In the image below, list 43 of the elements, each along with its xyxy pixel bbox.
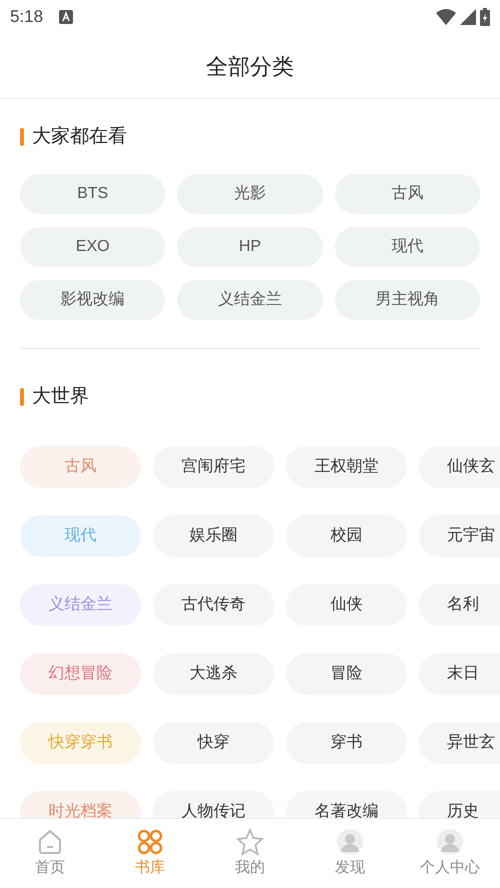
tag-chip[interactable]: 仙侠玄	[419, 446, 500, 488]
tag-chip[interactable]: 名利	[419, 584, 500, 626]
section-marker	[20, 388, 24, 406]
nav-tab[interactable]: 个人中心	[400, 819, 500, 888]
tag-chip[interactable]: 现代	[334, 226, 480, 266]
page-title: 全部分类	[206, 52, 294, 80]
tag-chip[interactable]: 异世玄	[419, 722, 500, 764]
tag-chip[interactable]: 元宇宙	[419, 515, 500, 557]
tag-chip[interactable]: 王权朝堂	[286, 446, 407, 488]
tag-chip[interactable]: 末日	[419, 653, 500, 695]
tag-chip[interactable]: 校园	[286, 515, 407, 557]
tag-chip[interactable]: 大逃杀	[153, 653, 274, 695]
tag-chip[interactable]: BTS	[20, 174, 166, 214]
tag-chip[interactable]: HP	[177, 226, 323, 266]
tag-chip[interactable]: 光影	[177, 174, 323, 214]
tag-chip[interactable]: 古风	[334, 174, 480, 214]
tag-chip[interactable]: 娱乐圈	[153, 515, 274, 557]
status-time: 5:18	[10, 6, 44, 28]
tag-chip[interactable]: 男主视角	[334, 280, 480, 320]
tag-chip[interactable]: 快穿	[153, 722, 274, 764]
tag-chip[interactable]: 古代传奇	[153, 584, 274, 626]
nav-tab[interactable]: 我的	[200, 819, 300, 888]
home-icon	[36, 828, 64, 856]
section-marker	[20, 128, 24, 146]
tag-chip[interactable]: 穿书	[286, 722, 407, 764]
section-title: 大世界	[32, 384, 89, 408]
tag-chip[interactable]: 宫闱府宅	[153, 446, 274, 488]
battery-icon	[480, 8, 490, 26]
section-title: 大家都在看	[32, 125, 127, 149]
tag-chip[interactable]: 义结金兰	[177, 280, 323, 320]
avatar-icon	[336, 828, 364, 856]
tag-chip[interactable]: 仙侠	[286, 584, 407, 626]
notification-icon	[59, 10, 74, 24]
tag-chip[interactable]: 冒险	[286, 653, 407, 695]
tag-chip[interactable]: 影视改编	[20, 280, 166, 320]
grid-icon	[136, 828, 164, 856]
avatar-icon	[436, 828, 464, 856]
nav-tab[interactable]: 首页	[0, 819, 100, 888]
signal-icon	[460, 9, 476, 25]
nav-tab[interactable]: 发现	[300, 819, 400, 888]
wifi-icon	[436, 9, 456, 25]
tag-chip[interactable]: EXO	[20, 226, 166, 266]
star-icon	[235, 828, 265, 856]
